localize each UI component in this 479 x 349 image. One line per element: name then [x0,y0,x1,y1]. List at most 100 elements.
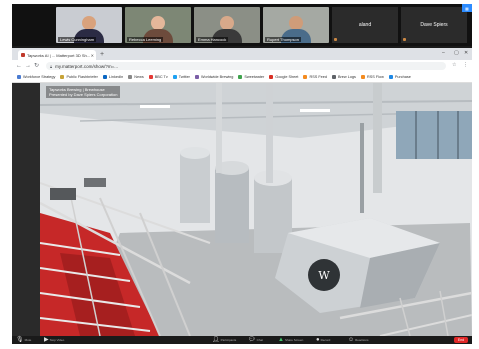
share-screen-label: Share Screen [284,338,304,342]
participant-name: Lewis Cunningham [58,37,97,42]
pipe [266,83,273,183]
bookmark-item[interactable]: BBC Tv [148,75,168,79]
tank [215,168,249,243]
lock-icon: 🔒︎ [50,63,53,69]
bookmark-item[interactable]: Brew Logs [332,75,356,79]
minimize-icon[interactable]: – [442,50,445,56]
pipe [373,83,382,193]
bookmark-label: Sweetwater [244,75,265,79]
participants-icon: 👤︎ [212,337,220,343]
tank [180,153,210,223]
participants-button[interactable]: 👤︎ Participants [212,336,236,344]
chat-button[interactable]: 💬︎ Chat [248,336,263,344]
back-icon[interactable]: ← [16,62,22,70]
panel [84,178,106,187]
bookmark-label: LinkedIn [108,75,124,79]
participant-name-tile[interactable]: aland [332,7,398,43]
bookmark-label: Google Sheet [275,75,299,79]
participant-name: Rebecca Leeming [127,37,164,42]
bookmark-icon [194,75,199,79]
participant-name: Emma Hancock [196,37,229,42]
zoom-window: Lewis Cunningham Rebecca Leeming Emma Ha… [12,4,472,344]
participant-name-tile[interactable]: Dave Spiers [401,7,467,43]
tank-top [180,147,210,159]
record-button[interactable]: ● Record [316,336,330,344]
bookmark-label: Brew Logs [338,75,356,79]
chat-label: Chat [256,338,263,342]
bookmark-label: Workforce Strategy [23,75,56,79]
bookmark-icon [128,75,133,79]
bookmark-item[interactable]: Google Sheet [269,75,298,79]
bookmark-item[interactable]: RSS Feed [303,75,327,79]
bookmark-label: Purchase [394,75,411,79]
ceiling-light [300,109,330,112]
bookmark-item[interactable]: Workforce Strategy [17,75,55,79]
end-meeting-button[interactable]: End [454,337,468,343]
close-tab-icon[interactable]: ✕ [91,53,94,58]
bookmark-item[interactable]: Worldwide Brewing [194,75,234,79]
url-text: my.matterport.com/show/?m=... [55,63,118,69]
bookmark-icon [332,75,336,79]
pipe [216,83,222,173]
bookmark-label: Public Flashbriefer [66,75,98,79]
bookmark-icon [303,75,308,79]
gallery-view-icon[interactable]: ▦ [462,4,472,12]
video-button[interactable]: ▶ Stop Video [44,336,64,344]
virtual-tour-viewport[interactable]: W Tapworks Brewing | Brewhouse Presented… [40,83,472,336]
participant-tile[interactable]: Lewis Cunningham [56,7,122,43]
bookmark-icon [269,75,274,79]
reactions-button[interactable]: ☺ Reactions [348,336,368,344]
bookmark-label: RSS Feed [309,75,327,79]
bookmark-item[interactable]: News [128,75,144,79]
bookmark-item[interactable]: Public Flashbriefer [60,75,98,79]
page-gutter [12,83,40,336]
bookmark-item[interactable]: RSS Flow [360,75,384,79]
browser-tab[interactable]: Tapworks AI | ... Matterport 3D Sh... ✕ [18,50,96,60]
bookmark-label: BBC Tv [154,75,168,79]
maximize-icon[interactable]: ▢ [454,50,459,56]
record-icon: ● [316,337,320,343]
participant-tile[interactable]: Rebecca Leeming [125,7,191,43]
participant-head [151,16,165,30]
tour-title-overlay: Tapworks Brewing | Brewhouse Presented b… [46,86,121,98]
reactions-icon: ☺ [348,337,355,343]
chat-icon: 💬︎ [248,337,256,343]
record-label: Record [320,338,331,342]
tour-subtitle: Presented by Dave Spiers Corporation [49,92,118,97]
bookmark-item[interactable]: Sweetwater [238,75,264,79]
participant-name: aland [358,22,372,28]
url-input[interactable]: 🔒︎ my.matterport.com/show/?m=... [46,62,446,70]
bookmark-item[interactable]: LinkedIn [102,75,124,79]
microphone-icon: 🎙︎ [16,337,24,343]
muted-mic-icon [403,38,406,41]
bookmark-icon [238,75,243,79]
forward-icon[interactable]: → [25,62,31,70]
menu-icon[interactable]: ⋮ [463,62,468,68]
meeting-toolbar: 🎙︎ Mute ▶ Stop Video 👤︎ Participants 💬︎ … [12,336,472,344]
reactions-label: Reactions [355,338,369,342]
bookmark-item[interactable]: Twitter [172,75,190,79]
bookmark-icon [60,75,65,79]
brewery-logo-letter: W [318,269,330,282]
bookmark-icon [17,75,21,79]
camera-icon: ▶ [44,337,49,343]
participant-head [289,16,303,30]
shared-browser-window: Tapworks AI | ... Matterport 3D Sh... ✕ … [12,48,472,336]
new-tab-icon[interactable]: + [100,50,104,59]
bookmark-item[interactable]: Purchase [388,75,411,79]
participant-gallery: Lewis Cunningham Rebecca Leeming Emma Ha… [12,4,472,46]
mute-label: Mute [24,338,32,342]
bookmark-label: News [134,75,144,79]
share-screen-button[interactable]: ▲ Share Screen [278,336,303,344]
tab-title: Tapworks AI | ... Matterport 3D Sh... [27,52,91,58]
bookmark-label: Twitter [178,75,190,79]
participant-tile[interactable]: Rupert Thompson [263,7,329,43]
participant-tile[interactable]: Emma Hancock [194,7,260,43]
bookmark-label: Worldwide Brewing [200,75,234,79]
bookmark-star-icon[interactable]: ☆ [452,62,456,68]
reload-icon[interactable]: ↻ [34,62,39,70]
participant-head [220,16,234,30]
mute-button[interactable]: 🎙︎ Mute [16,336,31,344]
close-window-icon[interactable]: ✕ [464,50,468,56]
muted-mic-icon [334,38,337,41]
